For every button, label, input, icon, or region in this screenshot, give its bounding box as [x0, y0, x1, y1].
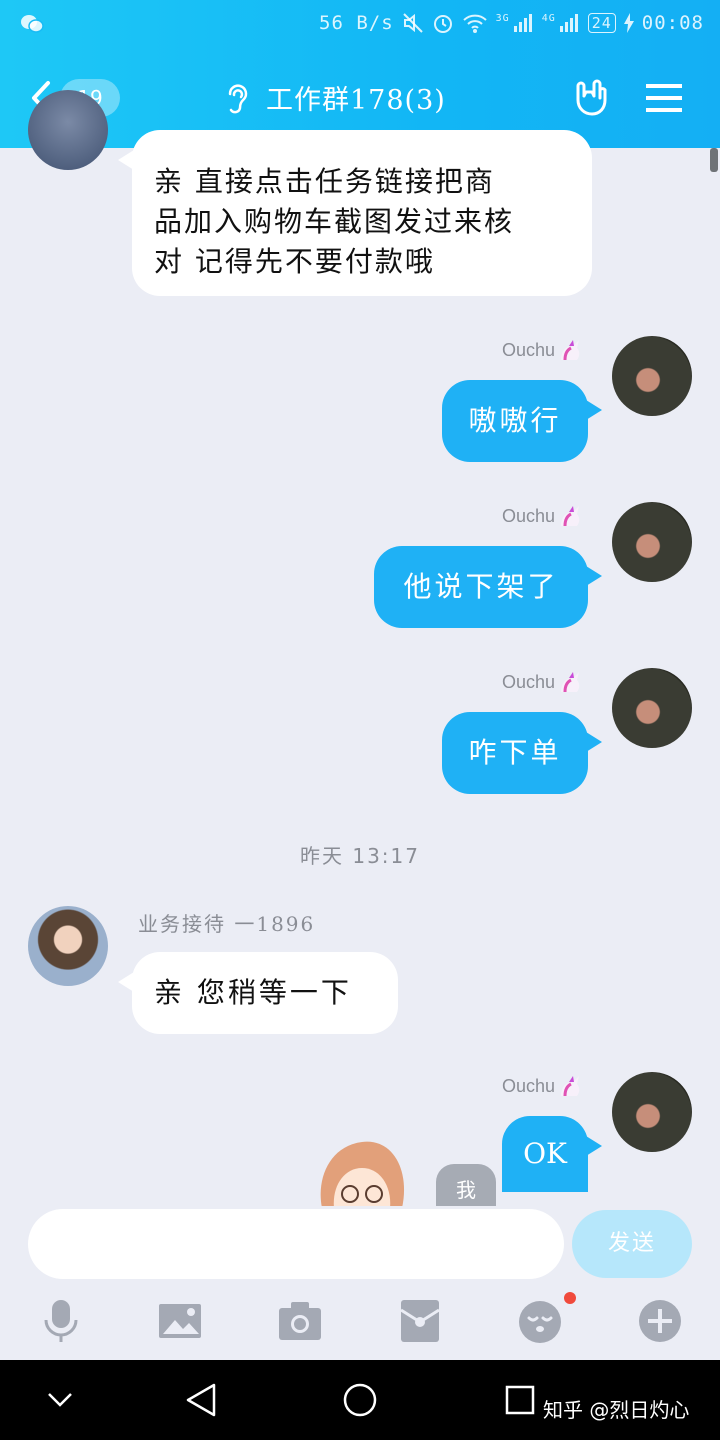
message-bubble[interactable]: OK — [502, 1116, 588, 1192]
network-4g-label: 4G — [541, 12, 556, 24]
rock-gesture-icon[interactable] — [572, 78, 612, 118]
signal-icon — [513, 14, 532, 32]
message-bubble[interactable]: 他说下架了 — [374, 546, 588, 628]
recent-apps-icon[interactable] — [504, 1384, 536, 1416]
plus-icon[interactable] — [637, 1298, 683, 1344]
input-bar: 发送 — [0, 1206, 720, 1360]
avatar-self[interactable] — [612, 668, 692, 748]
sender-nickname: Ouchu — [502, 670, 583, 694]
message-text: 对 记得先不要付款哦 — [154, 245, 435, 278]
camera-icon[interactable] — [277, 1298, 323, 1344]
message-bubble[interactable]: 嗷嗷行 — [442, 380, 588, 462]
signal-icon-2 — [559, 14, 578, 32]
unicorn-emoji-icon — [561, 672, 580, 693]
unicorn-emoji-icon — [561, 1076, 580, 1097]
back-nav-icon[interactable] — [184, 1382, 218, 1418]
unicorn-emoji-icon — [561, 506, 580, 527]
bubble-tail — [586, 400, 602, 420]
wechat-notification-icon — [21, 15, 44, 33]
group-title: 工作群178(3) — [266, 85, 446, 116]
net-speed: 56 B/s — [319, 12, 394, 34]
partial-sticker-bubble: 我 — [436, 1164, 496, 1206]
earpiece-mode-icon[interactable] — [224, 82, 250, 116]
message-bubble[interactable]: 咋下单 — [442, 712, 588, 794]
battery-level: 24 — [587, 13, 616, 33]
bubble-tail — [586, 1136, 602, 1156]
message-text: 嗷嗷行 — [468, 404, 562, 437]
message-input[interactable] — [28, 1209, 564, 1279]
send-button[interactable]: 发送 — [572, 1210, 692, 1278]
watermark: 知乎 @烈日灼心 — [543, 1398, 690, 1422]
anime-sticker — [320, 1141, 405, 1208]
chat-timestamp: 昨天 13:17 — [300, 844, 420, 868]
scrollbar[interactable] — [710, 148, 718, 172]
avatar-self[interactable] — [612, 1072, 692, 1152]
network-3g-label: 3G — [495, 12, 510, 24]
message-text: 咋下单 — [468, 736, 562, 769]
microphone-icon[interactable] — [38, 1298, 84, 1344]
sender-nickname: 业务接待 一1896 — [138, 912, 316, 936]
message-bubble[interactable]: 亲 您稍等一下 — [132, 952, 398, 1034]
avatar-agent[interactable] — [28, 90, 108, 170]
charging-icon — [623, 13, 634, 33]
bubble-tail — [586, 566, 602, 586]
status-bar: 56 B/s 3G 4G 24 00:08 — [0, 0, 720, 50]
avatar-self[interactable] — [612, 336, 692, 416]
menu-icon[interactable] — [646, 82, 682, 114]
red-packet-icon[interactable] — [397, 1298, 443, 1344]
unicorn-emoji-icon — [561, 340, 580, 361]
avatar-self[interactable] — [612, 502, 692, 582]
notification-dot — [564, 1292, 576, 1304]
bubble-tail — [586, 732, 602, 752]
message-bubble[interactable]: 亲 直接点击任务链接把商 品加入购物车截图发过来核 对 记得先不要付款哦 — [132, 130, 592, 296]
avatar-agent[interactable] — [28, 906, 108, 986]
emoji-icon[interactable] — [517, 1298, 563, 1344]
sender-nickname: Ouchu — [502, 338, 583, 362]
mute-icon — [402, 13, 423, 33]
alarm-icon — [433, 15, 452, 33]
clock: 00:08 — [641, 12, 704, 34]
top-bar: 56 B/s 3G 4G 24 00:08 19 工作群178(3) — [0, 0, 720, 148]
message-text: 品加入购物车截图发过来核 — [154, 205, 515, 238]
image-icon[interactable] — [157, 1298, 203, 1344]
message-text: 他说下架了 — [403, 570, 559, 603]
sender-nickname: Ouchu — [502, 504, 583, 528]
sender-nickname: Ouchu — [502, 1074, 583, 1098]
message-text: OK — [523, 1137, 567, 1170]
hide-keyboard-icon[interactable] — [46, 1390, 74, 1410]
wifi-icon — [462, 14, 487, 33]
message-text: 亲 直接点击任务链接把商 — [154, 165, 495, 198]
home-nav-icon[interactable] — [342, 1382, 378, 1418]
message-text: 亲 您稍等一下 — [154, 976, 352, 1009]
